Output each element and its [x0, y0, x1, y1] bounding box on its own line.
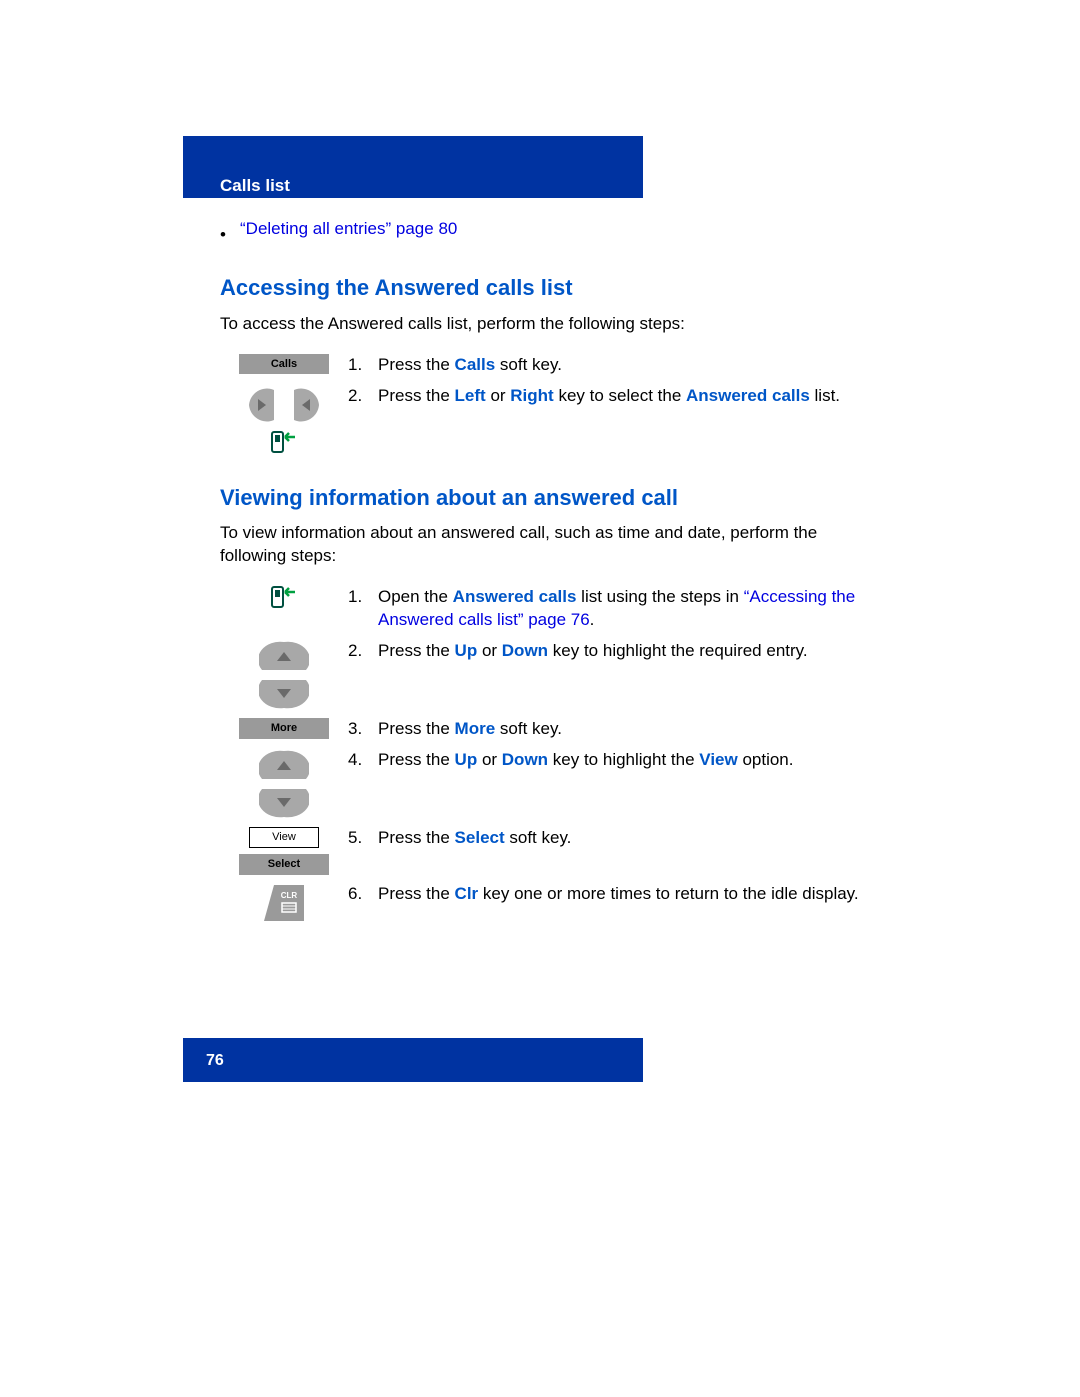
keyword: Select [455, 828, 505, 847]
keyword: Clr [455, 884, 479, 903]
heading-accessing: Accessing the Answered calls list [220, 273, 870, 303]
heading-viewing: Viewing information about an answered ca… [220, 483, 870, 513]
view-chip: View [249, 827, 319, 848]
calls-softkey-chip: Calls [239, 354, 329, 375]
intro-accessing: To access the Answered calls list, perfo… [220, 313, 870, 336]
answered-call-icon [271, 431, 297, 453]
keyword: More [455, 719, 496, 738]
step-row: 2. Press the Left or Right key to select… [220, 385, 870, 453]
step-text: Press the Up or Down key to highlight th… [378, 640, 870, 663]
footer-bar [183, 1038, 643, 1082]
bullet-dot [220, 218, 226, 247]
keyword: Down [502, 641, 548, 660]
keyword: Calls [455, 355, 496, 374]
step-text: Press the Calls soft key. [378, 354, 870, 377]
step-row: Calls 1. Press the Calls soft key. [220, 354, 870, 377]
step-text: Press the Select soft key. [378, 827, 870, 850]
select-softkey-chip: Select [239, 854, 329, 875]
keyword: Answered calls [453, 587, 577, 606]
answered-call-icon [271, 586, 297, 608]
step-text: Press the Left or Right key to select th… [378, 385, 870, 408]
step-text: Press the Up or Down key to highlight th… [378, 749, 870, 772]
bullet-item: “Deleting all entries” page 80 [220, 218, 870, 247]
step-number: 1. [348, 354, 368, 377]
step-text: Open the Answered calls list using the s… [378, 586, 870, 632]
svg-text:CLR: CLR [281, 891, 298, 900]
step-number: 6. [348, 883, 368, 906]
up-down-key-icon [259, 640, 309, 710]
step-row: CLR 6. Press the Clr key one or more tim… [220, 883, 870, 923]
keyword: Right [510, 386, 553, 405]
section-viewing: Viewing information about an answered ca… [220, 483, 870, 923]
keyword: Up [455, 641, 478, 660]
keyword: Left [455, 386, 486, 405]
xref-link[interactable]: “Deleting all entries” page 80 [240, 218, 457, 247]
keyword: Up [455, 750, 478, 769]
step-number: 2. [348, 640, 368, 663]
section-header-label: Calls list [220, 175, 290, 198]
step-number: 1. [348, 586, 368, 632]
step-number: 2. [348, 385, 368, 408]
section-accessing: Accessing the Answered calls list To acc… [220, 273, 870, 453]
step-row: 2. Press the Up or Down key to highlight… [220, 640, 870, 710]
keyword: Down [502, 750, 548, 769]
left-right-key-icon [244, 385, 324, 425]
step-text: Press the Clr key one or more times to r… [378, 883, 870, 906]
step-row: 4. Press the Up or Down key to highlight… [220, 749, 870, 819]
clr-key-icon: CLR [262, 883, 306, 923]
step-text: Press the More soft key. [378, 718, 870, 741]
step-row: View Select 5. Press the Select soft key… [220, 827, 870, 875]
page-content: “Deleting all entries” page 80 Accessing… [220, 218, 870, 953]
intro-viewing: To view information about an answered ca… [220, 522, 870, 568]
step-number: 3. [348, 718, 368, 741]
step-number: 5. [348, 827, 368, 850]
keyword: Answered calls [686, 386, 810, 405]
keyword: View [699, 750, 737, 769]
step-row: 1. Open the Answered calls list using th… [220, 586, 870, 632]
step-number: 4. [348, 749, 368, 772]
page-number: 76 [206, 1050, 224, 1072]
step-row: More 3. Press the More soft key. [220, 718, 870, 741]
more-softkey-chip: More [239, 718, 329, 739]
up-down-key-icon [259, 749, 309, 819]
